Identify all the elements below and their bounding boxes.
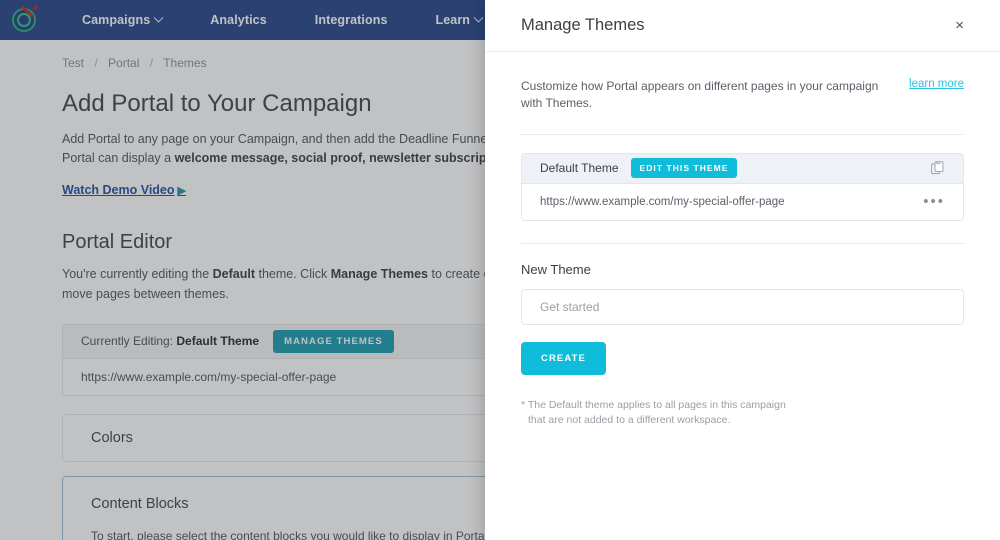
new-theme-input[interactable] bbox=[521, 288, 964, 325]
drawer-footnote: * The Default theme applies to all pages… bbox=[521, 398, 964, 430]
close-icon[interactable]: × bbox=[955, 18, 964, 33]
edit-this-theme-button[interactable]: EDIT THIS THEME bbox=[630, 158, 738, 179]
footnote-line-2: that are not added to a different worksp… bbox=[528, 414, 731, 427]
sub-bold-default: Default bbox=[212, 266, 256, 281]
nav-item-label: Learn bbox=[435, 13, 471, 27]
breadcrumb-item-themes[interactable]: Themes bbox=[163, 56, 206, 70]
ellipsis-icon[interactable]: ••• bbox=[923, 194, 945, 209]
content-blocks-title: Content Blocks bbox=[91, 495, 189, 512]
drawer-header: Manage Themes × bbox=[485, 0, 1000, 52]
sub-part-4: move pages between themes. bbox=[62, 286, 229, 301]
theme-url-value: https://www.example.com/my-special-offer… bbox=[81, 369, 337, 384]
breadcrumb-separator: / bbox=[149, 56, 154, 70]
divider bbox=[521, 242, 964, 244]
nav-item-analytics[interactable]: Analytics bbox=[186, 13, 290, 27]
manage-themes-drawer: Manage Themes × Customize how Portal app… bbox=[485, 0, 1000, 540]
sub-part-2: theme. Click bbox=[255, 266, 331, 281]
theme-card-header-left: Default Theme EDIT THIS THEME bbox=[540, 158, 738, 179]
logo-dart-icon bbox=[21, 4, 39, 22]
sub-part-1: You're currently editing the bbox=[62, 266, 213, 281]
chevron-down-icon bbox=[473, 12, 484, 23]
page-title: Add Portal to Your Campaign bbox=[62, 90, 372, 117]
play-triangle-icon: ▶ bbox=[177, 184, 186, 197]
lead-line-2-bold: welcome message, social proof, newslette… bbox=[174, 151, 510, 166]
divider bbox=[521, 133, 964, 135]
breadcrumb-separator: / bbox=[94, 56, 98, 70]
learn-more-link[interactable]: learn more bbox=[909, 78, 964, 90]
theme-card-url-row: https://www.example.com/my-special-offer… bbox=[522, 183, 963, 220]
theme-card: Default Theme EDIT THIS THEME https://ww… bbox=[521, 152, 964, 221]
drawer-title: Manage Themes bbox=[521, 16, 645, 34]
sub-bold-manage-themes: Manage Themes bbox=[330, 266, 428, 281]
create-button[interactable]: CREATE bbox=[521, 341, 606, 375]
drawer-description-row: Customize how Portal appears on differen… bbox=[521, 52, 964, 112]
app-root: Campaigns Analytics Integrations Learn T… bbox=[0, 0, 1000, 540]
new-theme-label: New Theme bbox=[521, 261, 591, 277]
colors-accordion-title: Colors bbox=[91, 429, 133, 446]
lead-line-2-prefix: Portal can display a bbox=[62, 151, 175, 166]
nav-item-integrations[interactable]: Integrations bbox=[291, 13, 412, 27]
nav-item-label: Analytics bbox=[210, 13, 267, 27]
theme-url: https://www.example.com/my-special-offer… bbox=[540, 195, 785, 208]
dart-fin bbox=[32, 4, 37, 9]
drawer-description: Customize how Portal appears on differen… bbox=[521, 79, 879, 110]
breadcrumb-item-test[interactable]: Test bbox=[62, 56, 84, 70]
drawer-body: Customize how Portal appears on differen… bbox=[485, 52, 1000, 540]
theme-name: Default Theme bbox=[540, 161, 619, 176]
copy-icon[interactable] bbox=[931, 160, 945, 176]
nav-item-campaigns[interactable]: Campaigns bbox=[58, 12, 186, 27]
currently-editing-prefix: Currently Editing: bbox=[81, 334, 177, 349]
deadline-funnel-target-logo[interactable] bbox=[8, 3, 42, 37]
manage-themes-button[interactable]: MANAGE THEMES bbox=[273, 329, 394, 353]
chevron-down-icon bbox=[153, 12, 164, 23]
theme-card-header: Default Theme EDIT THIS THEME bbox=[522, 153, 963, 184]
nav-item-label: Campaigns bbox=[82, 13, 151, 27]
nav-item-label: Integrations bbox=[314, 13, 388, 27]
watch-demo-video-label: Watch Demo Video bbox=[62, 182, 175, 197]
currently-editing-label: Currently Editing: Default Theme bbox=[81, 334, 259, 348]
footnote-line-1: * The Default theme applies to all pages… bbox=[521, 398, 786, 411]
watch-demo-video-link[interactable]: Watch Demo Video ▶ bbox=[62, 183, 186, 197]
breadcrumb-item-portal[interactable]: Portal bbox=[108, 56, 139, 70]
currently-editing-value: Default Theme bbox=[176, 334, 260, 349]
